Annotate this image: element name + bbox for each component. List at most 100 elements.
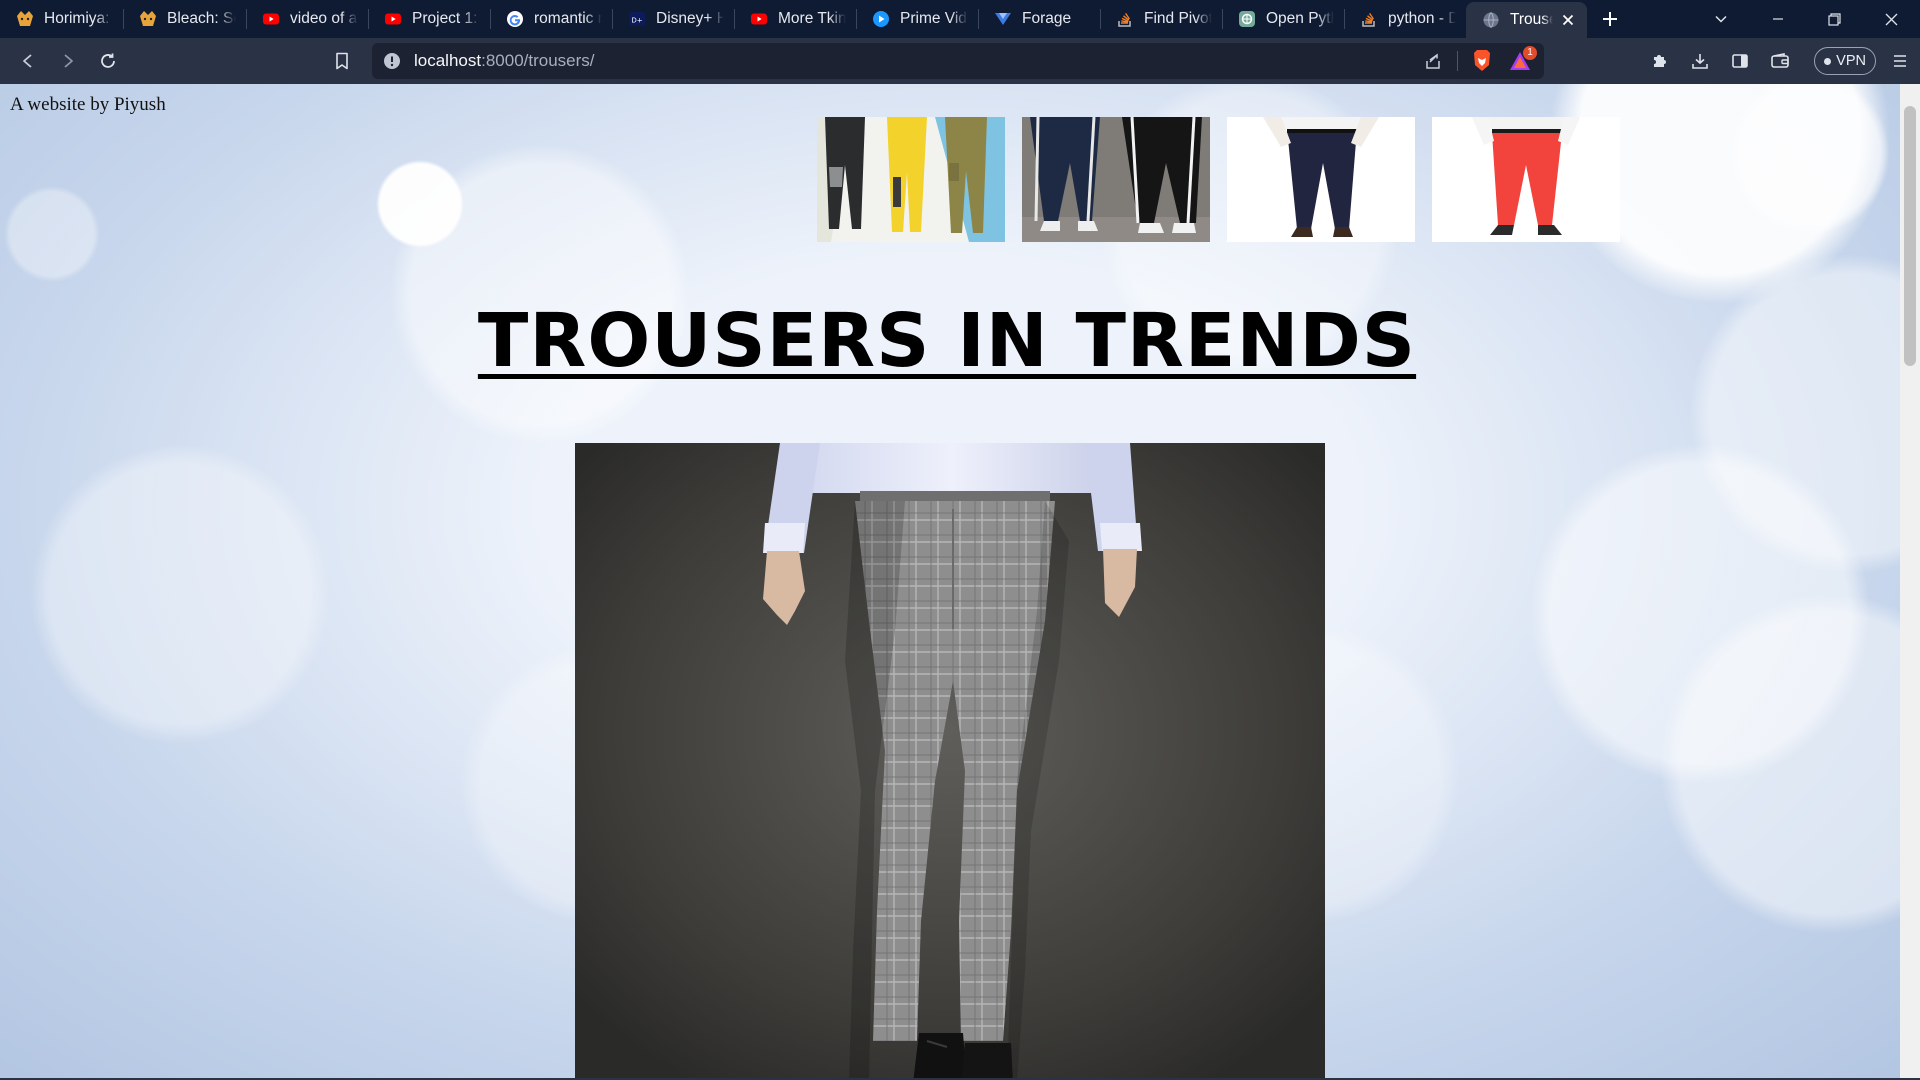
share-button[interactable] [1419, 47, 1447, 75]
restore-icon [1828, 12, 1841, 26]
restore-button[interactable] [1806, 0, 1863, 38]
trouser-thumbnails [817, 117, 1620, 242]
brave-shields-button[interactable] [1468, 47, 1496, 75]
site-info-icon[interactable] [382, 51, 402, 71]
tab-title: More Tkinte [778, 10, 846, 27]
stackoverflow-favicon-icon [1360, 10, 1378, 28]
openai-favicon-icon [1238, 10, 1256, 28]
tab-item[interactable]: Prime Video [856, 0, 978, 38]
wallet-button[interactable] [1760, 41, 1800, 81]
red-chinos-thumbnail [1432, 117, 1620, 242]
address-bar-divider [1457, 51, 1458, 71]
downloads-button[interactable] [1680, 41, 1720, 81]
vpn-button[interactable]: VPN [1814, 47, 1876, 75]
tab-item[interactable]: Forage [978, 0, 1100, 38]
tab-title: Forage [1022, 10, 1072, 27]
back-button[interactable] [8, 41, 48, 81]
tab-search-button[interactable] [1692, 0, 1749, 38]
tab-item[interactable]: D+ Disney+ Ho [612, 0, 734, 38]
tab-item[interactable]: Open Pytho [1222, 0, 1344, 38]
new-tab-button[interactable] [1587, 0, 1633, 38]
wallet-icon [1771, 53, 1789, 68]
site-credit: A website by Piyush [10, 94, 166, 115]
url-path: :8000/trousers/ [481, 51, 595, 70]
close-tab-icon[interactable] [1559, 11, 1577, 29]
share-icon [1426, 53, 1440, 69]
plus-icon [1603, 12, 1617, 26]
navigation-buttons [8, 41, 128, 81]
chevron-down-icon [1714, 15, 1727, 23]
tab-item[interactable]: Project 1: Ir [368, 0, 490, 38]
bookmark-icon [336, 52, 348, 70]
brave-lion-icon [1474, 50, 1490, 71]
extensions-button[interactable] [1640, 41, 1680, 81]
youtube-favicon-icon [750, 10, 768, 28]
stackoverflow-favicon-icon [1116, 10, 1134, 28]
minimize-button[interactable] [1749, 0, 1806, 38]
tab-title: Open Pytho [1266, 10, 1334, 27]
rewards-badge: 1 [1523, 46, 1537, 60]
horimiya-favicon-icon [16, 10, 34, 28]
tab-title: Disney+ Ho [656, 10, 724, 27]
tab-item[interactable]: Find Pivot I [1100, 0, 1222, 38]
tab-title: Trouser [1510, 11, 1553, 28]
url-text[interactable]: localhost:8000/trousers/ [414, 51, 595, 71]
tab-item[interactable]: Bleach: Sen [123, 0, 246, 38]
page-scrollbar[interactable] [1900, 84, 1920, 1078]
url-host: localhost [414, 51, 482, 70]
tab-active[interactable]: Trouser [1466, 2, 1587, 38]
bookmark-button[interactable] [322, 41, 362, 81]
tab-strip: Horimiya: P Bleach: Sen video of a r Projec… [0, 0, 1920, 38]
forward-button[interactable] [48, 41, 88, 81]
forward-arrow-icon [64, 54, 73, 68]
toolbar-right-actions: VPN [1640, 41, 1914, 81]
brave-rewards-button[interactable]: 1 [1506, 46, 1537, 75]
forage-favicon-icon [994, 10, 1012, 28]
tab-item[interactable]: video of a r [246, 0, 368, 38]
close-window-button[interactable] [1863, 0, 1920, 38]
address-bar[interactable]: localhost:8000/trousers/ 1 [372, 43, 1544, 79]
sidebar-button[interactable] [1720, 41, 1760, 81]
svg-text:D+: D+ [631, 17, 642, 25]
page-heading: TROUSERS IN TRENDS [477, 298, 1417, 384]
tab-item[interactable]: More Tkinte [734, 0, 856, 38]
scrollbar-thumb[interactable] [1904, 106, 1916, 366]
back-arrow-icon [23, 54, 32, 68]
tab-title: Bleach: Sen [167, 10, 236, 27]
disney-favicon-icon: D+ [628, 10, 646, 28]
tab-item[interactable]: romantic m [490, 0, 612, 38]
tab-title: python - Dj [1388, 10, 1456, 27]
tab-title: Find Pivot I [1144, 10, 1212, 27]
tab-list: Horimiya: P Bleach: Sen video of a r Projec… [0, 0, 1587, 38]
vpn-label: VPN [1836, 53, 1866, 69]
main-menu-button[interactable] [1886, 41, 1914, 81]
track-pants-thumbnail [1022, 117, 1210, 242]
tab-item[interactable]: Horimiya: P [0, 0, 123, 38]
minimize-icon [1772, 18, 1783, 20]
reload-icon [101, 53, 115, 68]
youtube-favicon-icon [384, 10, 402, 28]
vpn-status-dot [1824, 57, 1832, 65]
window-controls [1692, 0, 1920, 38]
download-icon [1692, 54, 1708, 69]
youtube-favicon-icon [262, 10, 280, 28]
reload-button[interactable] [88, 41, 128, 81]
tab-title: romantic m [534, 10, 602, 27]
google-favicon-icon [506, 10, 524, 28]
hamburger-menu-icon [1894, 55, 1906, 67]
tab-item[interactable]: python - Dj [1344, 0, 1466, 38]
close-icon [1885, 13, 1898, 25]
tab-title: Horimiya: P [44, 10, 113, 27]
tab-title: Project 1: Ir [412, 10, 480, 27]
checked-navy-trousers-thumbnail [1227, 117, 1415, 242]
tab-title: Prime Video [900, 10, 968, 27]
page-viewport: A website by Piyush TROUSERS IN TRENDS [0, 84, 1900, 1078]
globe-favicon-icon [1482, 11, 1500, 29]
address-bar-actions: 1 [1419, 46, 1537, 75]
puzzle-piece-icon [1654, 55, 1667, 67]
crunchyroll-favicon-icon [139, 10, 157, 28]
browser-toolbar: localhost:8000/trousers/ 1 VPN [0, 38, 1920, 84]
prime-video-favicon-icon [872, 10, 890, 28]
sidebar-icon [1732, 54, 1748, 68]
cargo-trousers-thumbnail [817, 117, 1005, 242]
